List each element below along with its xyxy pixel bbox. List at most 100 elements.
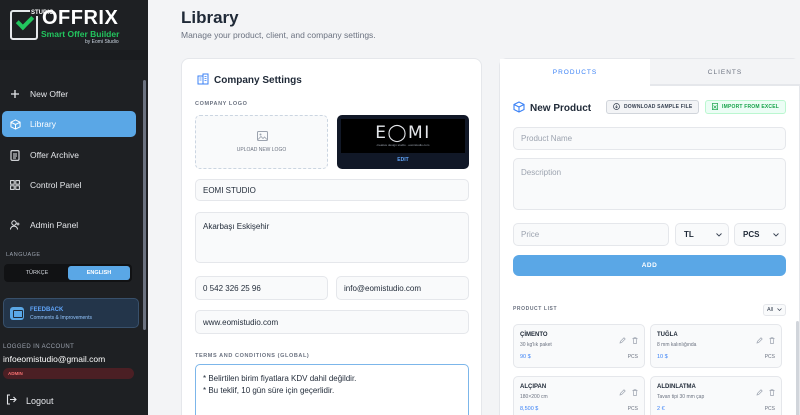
building-icon	[197, 73, 209, 88]
filter-value: All	[767, 307, 774, 313]
box-icon	[513, 101, 525, 116]
product-name: ALÇIPAN	[520, 384, 547, 390]
download-sample-label: DOWNLOAD SAMPLE FILE	[624, 104, 693, 110]
terms-textarea[interactable]: * Belirtilen birim fiyatlara KDV dahil d…	[195, 364, 469, 415]
terms-line: * Bu teklif, 10 gün süre için geçerlidir…	[203, 386, 335, 395]
unit-select[interactable]: PCS	[734, 223, 786, 246]
company-phone-field[interactable]: 0 542 326 25 96	[195, 276, 328, 300]
trash-icon[interactable]	[632, 331, 638, 349]
product-name-input[interactable]: Product Name	[513, 127, 786, 150]
company-website-field[interactable]: www.eomistudio.com	[195, 310, 469, 334]
sidebar-item-control-panel[interactable]: Control Panel	[2, 172, 136, 198]
logo-preview[interactable]: E◯MI creative design studio · eomistudio…	[337, 115, 469, 169]
product-unit: PCS	[627, 354, 638, 360]
app-logo[interactable]: STUDIO OFFRIX Smart Offer Builder by Eom…	[10, 8, 138, 46]
user-icon	[9, 219, 21, 231]
sidebar-divider	[0, 50, 148, 60]
page-title: Library	[181, 8, 239, 27]
sidebar-item-label: Offer Archive	[30, 150, 79, 160]
company-logo-label: COMPANY LOGO	[195, 101, 248, 107]
company-address-field[interactable]: Akarbaşı Eskişehir	[195, 212, 469, 263]
company-settings-card: Company Settings COMPANY LOGO UPLOAD NEW…	[181, 58, 482, 415]
language-label: LANGUAGE	[6, 252, 41, 258]
sidebar-item-label: New Offer	[30, 89, 69, 99]
logged-in-email: infoeomistudio@gmail.com	[3, 354, 106, 364]
logo-byline: by Eomi Studio	[85, 39, 119, 45]
pencil-icon[interactable]	[619, 331, 626, 349]
sidebar-item-label: Library	[30, 119, 56, 129]
product-description-input[interactable]: Description	[513, 158, 786, 210]
logout-label: Logout	[26, 395, 54, 406]
new-product-title: New Product	[513, 101, 591, 116]
trash-icon[interactable]	[769, 383, 775, 401]
feedback-button[interactable]: FEEDBACK Comments & Improvements	[3, 298, 139, 328]
language-turkish-button[interactable]: TÜRKÇE	[6, 266, 68, 280]
sidebar-scrollbar[interactable]	[143, 80, 146, 330]
feedback-title: FEEDBACK	[30, 307, 64, 313]
company-email-field[interactable]: info@eomistudio.com	[336, 276, 469, 300]
company-logo-wordmark: E◯MI	[375, 123, 431, 143]
language-english-button[interactable]: ENGLISH	[68, 266, 130, 280]
product-card[interactable]: ALDINLATMA Tavan tipi 30 mm çap 2 € PCS	[650, 376, 782, 415]
tab-products[interactable]: PRODUCTS	[500, 59, 650, 85]
upload-logo-label: UPLOAD NEW LOGO	[236, 147, 287, 153]
role-badge: ADMIN	[3, 368, 134, 379]
product-price: 2 €	[657, 406, 665, 412]
company-settings-title: Company Settings	[197, 73, 302, 88]
document-icon	[9, 149, 21, 161]
company-logo-tagline: creative design studio · eomistudio.com	[376, 143, 430, 147]
logout-icon	[6, 394, 17, 407]
upload-logo-dropzone[interactable]: UPLOAD NEW LOGO	[195, 115, 328, 169]
feedback-subtitle: Comments & Improvements	[30, 315, 92, 321]
product-price: 8,500 $	[520, 406, 539, 412]
logo-title: OFFRIX	[42, 7, 119, 29]
spreadsheet-icon	[712, 102, 718, 112]
sidebar-item-label: Control Panel	[30, 180, 82, 190]
product-price-input[interactable]: Price	[513, 223, 669, 246]
product-card[interactable]: ÇİMENTO 30 kg'lık paket 90 $ PCS	[513, 324, 645, 368]
product-price: 10 $	[657, 354, 668, 360]
add-product-button[interactable]: ADD	[513, 255, 786, 276]
image-icon	[257, 128, 268, 146]
sidebar-item-label: Admin Panel	[30, 220, 79, 230]
trash-icon[interactable]	[769, 331, 775, 349]
logo-subtitle: Smart Offer Builder	[41, 29, 120, 39]
sidebar: STUDIO OFFRIX Smart Offer Builder by Eom…	[0, 0, 148, 415]
product-filter-select[interactable]: All	[763, 304, 786, 316]
company-logo-image: E◯MI creative design studio · eomistudio…	[341, 119, 465, 153]
product-list-scrollbar[interactable]	[796, 321, 799, 415]
chevron-down-icon	[773, 230, 779, 239]
import-excel-button[interactable]: IMPORT FROM EXCEL	[705, 100, 787, 114]
sidebar-item-library[interactable]: Library	[2, 111, 136, 137]
pencil-icon[interactable]	[756, 331, 763, 349]
pencil-icon[interactable]	[756, 383, 763, 401]
box-icon	[9, 118, 21, 130]
download-sample-button[interactable]: DOWNLOAD SAMPLE FILE	[606, 100, 700, 114]
product-description: Tavan tipi 30 mm çap	[657, 394, 705, 400]
product-card[interactable]: ALÇIPAN 180×200 cm 8,500 $ PCS	[513, 376, 645, 415]
product-list-label: PRODUCT LIST	[513, 306, 558, 312]
page-subtitle: Manage your product, client, and company…	[181, 30, 376, 40]
sidebar-item-new-offer[interactable]: New Offer	[2, 81, 136, 107]
product-unit: PCS	[627, 406, 638, 412]
product-unit: PCS	[764, 406, 775, 412]
sidebar-item-admin-panel[interactable]: Admin Panel	[2, 212, 136, 238]
product-card[interactable]: TUĞLA 8 mm kalınlığında 10 $ PCS	[650, 324, 782, 368]
tab-clients[interactable]: CLIENTS	[650, 59, 800, 85]
product-name: ÇİMENTO	[520, 332, 548, 338]
product-unit: PCS	[764, 354, 775, 360]
logout-button[interactable]: Logout	[6, 394, 54, 407]
chevron-down-icon	[716, 230, 722, 239]
chevron-down-icon	[777, 307, 782, 313]
feedback-icon	[10, 307, 24, 320]
edit-logo-button[interactable]: EDIT	[337, 157, 469, 163]
currency-select[interactable]: TL	[675, 223, 729, 246]
trash-icon[interactable]	[632, 383, 638, 401]
company-name-field[interactable]: EOMI STUDIO	[195, 179, 469, 201]
products-card: PRODUCTS CLIENTS New Product DOWNLOAD SA…	[499, 58, 800, 415]
product-name: ALDINLATMA	[657, 384, 696, 390]
pencil-icon[interactable]	[619, 383, 626, 401]
terms-label: TERMS AND CONDITIONS (GLOBAL)	[195, 353, 310, 359]
grid-icon	[9, 179, 21, 191]
sidebar-item-offer-archive[interactable]: Offer Archive	[2, 142, 136, 168]
